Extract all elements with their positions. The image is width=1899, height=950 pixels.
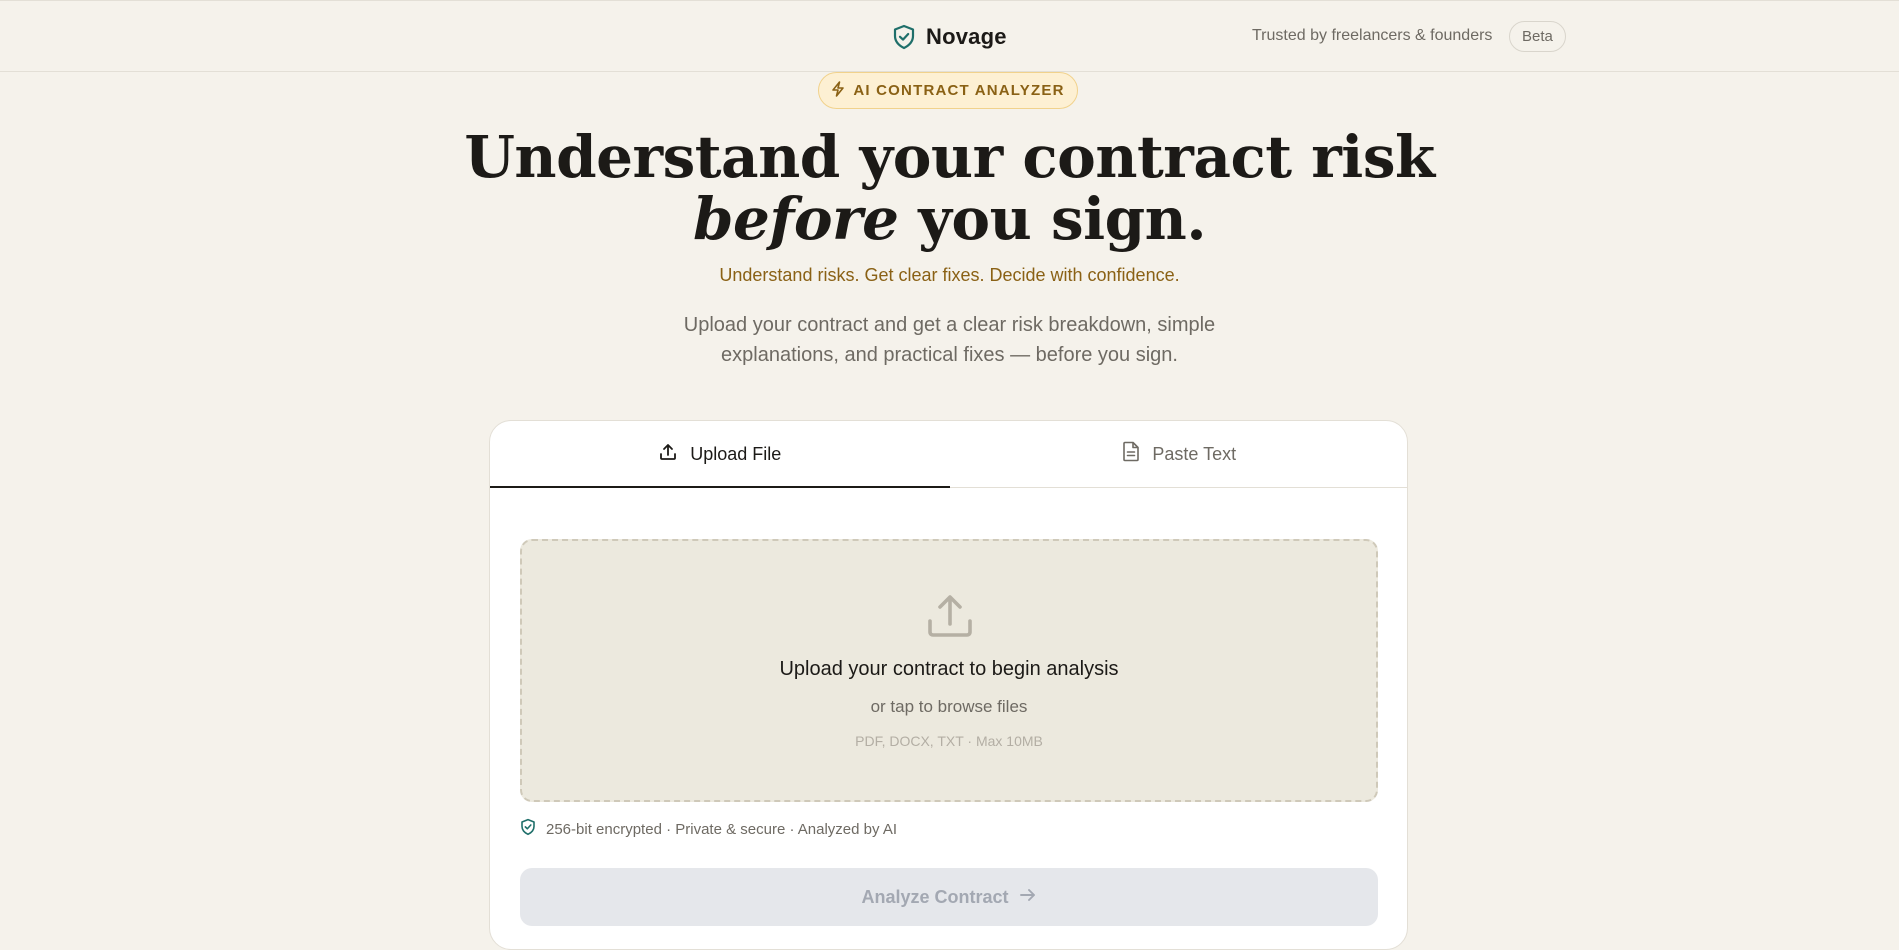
headline-line-1: Understand your contract risk	[464, 123, 1435, 191]
page-headline: Understand your contract risk before you…	[0, 126, 1899, 250]
product-pill-badge: AI CONTRACT ANALYZER	[818, 72, 1078, 109]
tab-paste-text[interactable]: Paste Text	[950, 421, 1408, 487]
trust-text: Trusted by freelancers & founders	[1252, 27, 1493, 44]
arrow-right-icon	[1019, 887, 1037, 908]
upload-icon	[658, 442, 678, 467]
upload-tray-icon	[927, 593, 973, 644]
shield-check-icon	[892, 24, 916, 50]
document-icon	[1122, 441, 1140, 467]
shield-check-icon	[520, 818, 536, 840]
tab-upload-file[interactable]: Upload File	[490, 421, 950, 488]
intro-line-2: explanations, and practical fixes — befo…	[721, 344, 1178, 366]
dropzone-title: Upload your contract to begin analysis	[779, 658, 1119, 680]
tab-paste-text-label: Paste Text	[1152, 443, 1237, 464]
intro-paragraph: Upload your contract and get a clear ris…	[0, 310, 1899, 370]
dropzone-file-hint: PDF, DOCX, TXT · Max 10MB	[855, 733, 1043, 749]
analyze-contract-label: Analyze Contract	[861, 886, 1009, 907]
headline-emphasis: before	[692, 185, 899, 253]
lightning-icon	[831, 80, 845, 101]
top-navigation-bar: Novage Trusted by freelancers & founders…	[0, 0, 1899, 72]
dropzone-browse-text[interactable]: or tap to browse files	[522, 697, 1376, 717]
product-pill-label: AI CONTRACT ANALYZER	[853, 82, 1065, 99]
beta-badge: Beta	[1509, 21, 1566, 52]
security-note-text: 256-bit encrypted · Private & secure · A…	[546, 820, 898, 838]
tagline: Understand risks. Get clear fixes. Decid…	[719, 265, 1180, 285]
brand-logo[interactable]: Novage	[892, 24, 1007, 50]
security-note: 256-bit encrypted · Private & secure · A…	[520, 818, 897, 840]
input-mode-tabs: Upload File Paste Text	[490, 421, 1408, 488]
intro-line-1: Upload your contract and get a clear ris…	[683, 314, 1216, 336]
analyze-contract-button[interactable]: Analyze Contract	[520, 868, 1378, 926]
brand-name: Novage	[926, 24, 1007, 49]
contract-input-card: Upload File Paste Text Upload your contr…	[489, 420, 1408, 950]
headline-line-2-rest: you sign.	[898, 185, 1207, 253]
file-dropzone[interactable]: Upload your contract to begin analysis o…	[520, 539, 1378, 802]
tab-upload-file-label: Upload File	[690, 443, 782, 464]
